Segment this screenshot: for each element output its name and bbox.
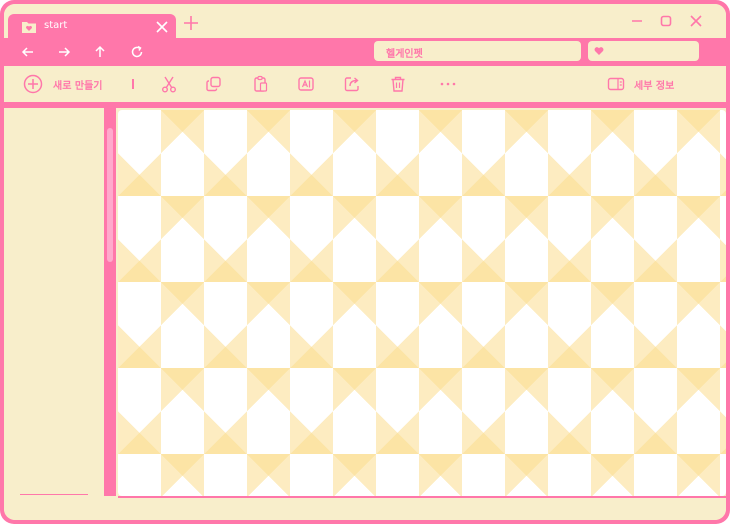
sidebar-divider [20,494,88,495]
up-arrow-icon[interactable] [93,45,107,59]
share-icon[interactable] [343,75,361,93]
new-button-label[interactable]: 새로 만들기 [53,77,102,92]
delete-icon[interactable] [389,75,407,93]
forward-arrow-icon[interactable] [57,45,71,59]
scrollbar-thumb[interactable] [107,128,113,262]
close-window-icon[interactable] [688,13,704,29]
toolbar-separator [132,79,134,89]
new-tab-icon[interactable] [182,14,200,32]
path-text: 헬게인펫 [386,49,423,60]
details-pane-icon[interactable] [607,75,625,93]
file-list-area[interactable] [118,110,726,496]
details-button-label[interactable]: 세부 정보 [634,77,674,92]
refresh-icon[interactable] [130,45,144,59]
more-icon[interactable] [439,75,457,93]
status-bar [4,498,726,520]
file-explorer-window: start 헬게인펫 새로 만들기 세부 정보 [0,0,730,524]
close-tab-icon[interactable] [154,19,170,35]
paste-icon[interactable] [252,75,270,93]
window-body: start 헬게인펫 새로 만들기 세부 정보 [4,4,726,520]
rename-icon[interactable] [297,75,315,93]
search-field[interactable] [588,41,699,61]
copy-icon[interactable] [205,75,223,93]
cut-icon[interactable] [160,75,178,93]
back-arrow-icon[interactable] [21,45,35,59]
minimize-icon[interactable] [629,13,645,29]
tab-title: start [44,20,68,31]
address-bar: 헬게인펫 [4,38,726,66]
path-field[interactable]: 헬게인펫 [374,41,581,61]
folder-heart-icon [22,22,36,33]
new-plus-icon[interactable] [23,74,43,94]
title-bar: start [4,4,726,40]
maximize-icon[interactable] [658,13,674,29]
command-bar: 새로 만들기 세부 정보 [4,66,726,102]
tab-start[interactable]: start [8,14,176,40]
sidebar-scrollbar[interactable] [104,108,116,496]
heart-search-icon [594,47,604,55]
navigation-pane[interactable] [4,108,104,496]
